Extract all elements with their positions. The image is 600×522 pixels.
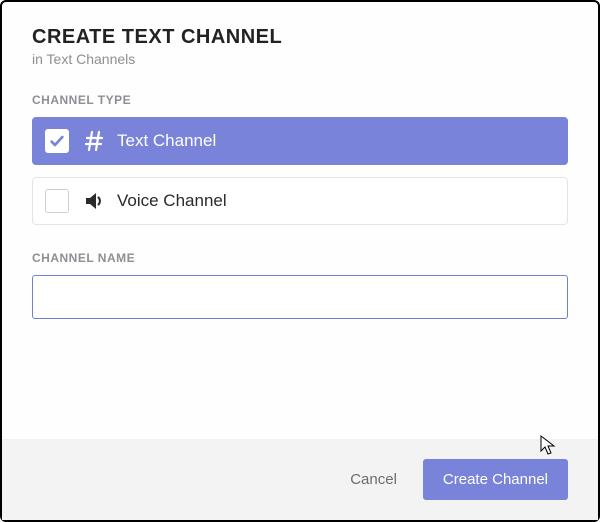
- channel-type-voice-option[interactable]: Voice Channel: [32, 177, 568, 225]
- checkbox-checked[interactable]: [45, 129, 69, 153]
- create-channel-button[interactable]: Create Channel: [423, 459, 568, 500]
- channel-type-text-option[interactable]: Text Channel: [32, 117, 568, 165]
- checkbox-unchecked[interactable]: [45, 189, 69, 213]
- channel-type-label: CHANNEL TYPE: [32, 93, 568, 107]
- channel-name-label: CHANNEL NAME: [32, 251, 568, 265]
- channel-name-input[interactable]: [32, 275, 568, 319]
- speaker-icon: [81, 188, 107, 214]
- modal-title: CREATE TEXT CHANNEL: [32, 26, 568, 49]
- option-label-text: Text Channel: [117, 131, 216, 151]
- modal-body: CREATE TEXT CHANNEL in Text Channels CHA…: [2, 2, 598, 439]
- check-icon: [49, 133, 65, 149]
- option-label-voice: Voice Channel: [117, 191, 227, 211]
- modal-subtitle: in Text Channels: [32, 51, 568, 67]
- hash-icon: [81, 128, 107, 154]
- cancel-button[interactable]: Cancel: [346, 461, 401, 498]
- modal-footer: Cancel Create Channel: [2, 439, 598, 520]
- create-channel-modal: CREATE TEXT CHANNEL in Text Channels CHA…: [0, 0, 600, 522]
